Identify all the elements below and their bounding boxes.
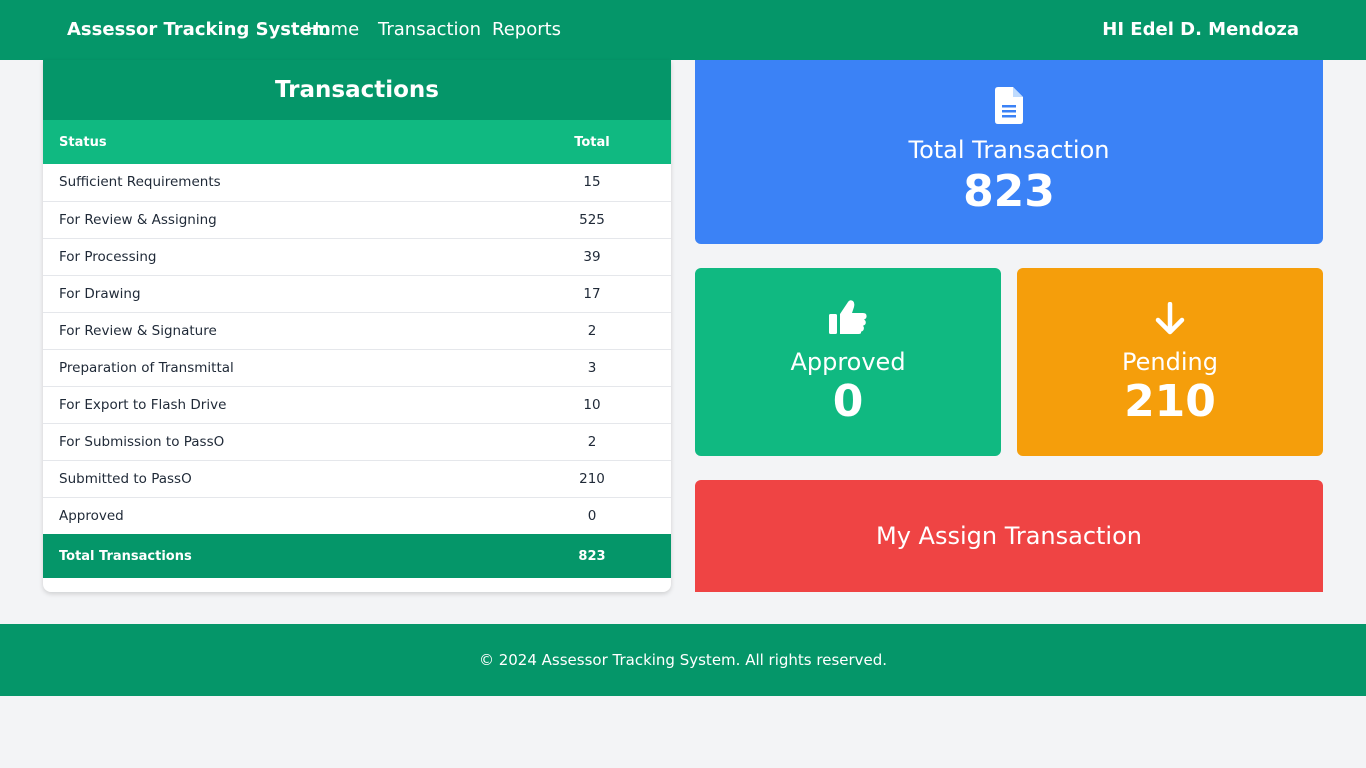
row-total: 2 [587, 433, 597, 450]
footer-label: Total Transactions [59, 548, 192, 564]
row-total: 3 [587, 359, 597, 376]
row-total: 15 [583, 174, 601, 191]
top-navbar: Assessor Tracking System Home Transactio… [0, 0, 1366, 60]
approved-value: 0 [832, 376, 864, 427]
row-status: Approved [59, 507, 124, 524]
header-total: Total [574, 134, 610, 150]
pending-card[interactable]: Pending 210 [1017, 268, 1323, 456]
footer-total: 823 [578, 548, 606, 564]
my-assign-transaction-card[interactable]: My Assign Transaction [695, 480, 1323, 592]
row-status: For Review & Assigning [59, 211, 217, 228]
row-total: 39 [583, 248, 601, 265]
row-status: Preparation of Transmittal [59, 359, 234, 376]
my-assign-transaction-label: My Assign Transaction [875, 522, 1142, 550]
table-footer-row: Total Transactions 823 [43, 534, 671, 578]
transactions-table: Status Total Sufficient Requirements 15 F… [43, 120, 671, 578]
document-icon [995, 87, 1023, 128]
table-header-row: Status Total [43, 120, 671, 164]
row-total: 2 [587, 322, 597, 339]
approved-label: Approved [790, 348, 906, 376]
total-transaction-card[interactable]: Total Transaction 823 [695, 60, 1323, 244]
row-status: For Submission to PassO [59, 433, 225, 450]
table-row: For Processing 39 [43, 238, 671, 275]
nav-reports-link[interactable]: Reports [492, 19, 561, 40]
row-status: For Processing [59, 248, 157, 265]
copyright-text: © 2024 Assessor Tracking System. All rig… [478, 651, 888, 669]
table-title: Transactions [43, 60, 671, 120]
table-row: For Review & Assigning 525 [43, 201, 671, 238]
row-status: Sufficient Requirements [59, 174, 221, 191]
table-row: For Drawing 17 [43, 275, 671, 312]
brand-link[interactable]: Assessor Tracking System [67, 19, 331, 40]
table-row: Preparation of Transmittal 3 [43, 349, 671, 386]
nav-transaction-link[interactable]: Transaction [378, 19, 481, 40]
row-total: 17 [583, 285, 601, 302]
nav-home-link[interactable]: Home [306, 19, 359, 40]
total-transaction-value: 823 [963, 166, 1055, 217]
pending-label: Pending [1122, 348, 1218, 376]
table-row: For Submission to PassO 2 [43, 423, 671, 460]
transactions-table-card: Transactions Status Total Sufficient Req… [43, 60, 671, 592]
page-footer: © 2024 Assessor Tracking System. All rig… [0, 624, 1366, 696]
table-row: Submitted to PassO 210 [43, 460, 671, 497]
thumbs-up-icon [829, 300, 867, 338]
row-total: 210 [579, 470, 605, 487]
table-row: For Export to Flash Drive 10 [43, 386, 671, 423]
row-status: For Review & Signature [59, 322, 217, 339]
user-greeting: HI Edel D. Mendoza [1102, 19, 1299, 40]
arrow-down-icon [1154, 301, 1186, 340]
row-total: 10 [583, 396, 601, 413]
row-status: Submitted to PassO [59, 470, 192, 487]
row-total: 525 [579, 211, 605, 228]
header-status: Status [59, 134, 107, 150]
row-status: For Export to Flash Drive [59, 396, 227, 413]
row-total: 0 [587, 507, 597, 524]
table-row: For Review & Signature 2 [43, 312, 671, 349]
total-transaction-label: Total Transaction [908, 136, 1110, 164]
table-row: Approved 0 [43, 497, 671, 534]
approved-card[interactable]: Approved 0 [695, 268, 1001, 456]
table-row: Sufficient Requirements 15 [43, 164, 671, 201]
pending-value: 210 [1124, 376, 1216, 427]
row-status: For Drawing [59, 285, 141, 302]
